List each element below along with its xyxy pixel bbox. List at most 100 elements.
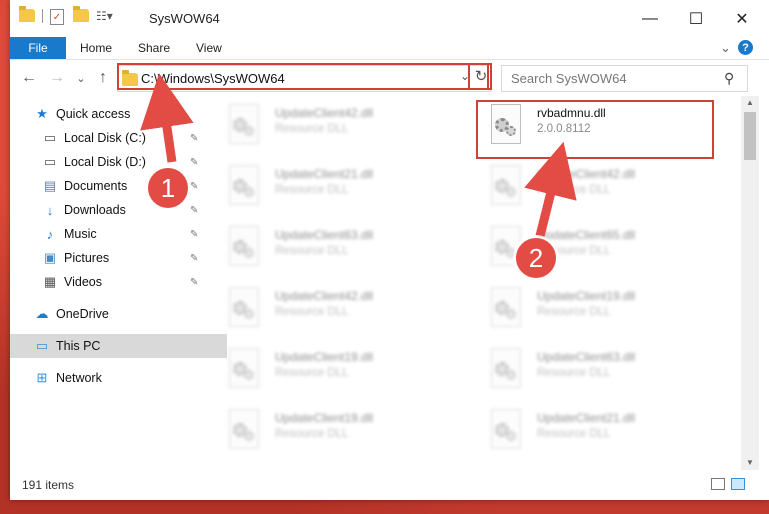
file-name: UpdateClient19.dll: [275, 411, 374, 425]
sidebar-item-downloads[interactable]: ↓ Downloads ✎: [10, 198, 235, 222]
scroll-down-icon[interactable]: ▼: [746, 458, 754, 467]
step-2-badge: 2: [516, 238, 556, 278]
search-input[interactable]: Search SysWOW64 ⚲: [501, 65, 748, 92]
list-item[interactable]: UpdateClient21.dll Resource DLL: [473, 403, 703, 455]
music-icon: ♪: [46, 226, 54, 242]
dll-file-icon: [491, 348, 523, 388]
pictures-icon: ▣: [43, 250, 57, 265]
step-1-badge: 1: [148, 168, 188, 208]
pin-icon[interactable]: ✎: [190, 181, 198, 192]
list-item[interactable]: UpdateClient19.dll Resource DLL: [211, 342, 441, 394]
window-title: SysWOW64: [149, 11, 220, 26]
pin-icon[interactable]: ✎: [190, 229, 198, 240]
back-button[interactable]: ←: [18, 68, 40, 88]
list-item[interactable]: UpdateClient63.dll Resource DLL: [473, 342, 703, 394]
tab-view[interactable]: View: [196, 37, 222, 59]
properties-icon[interactable]: ✓: [50, 9, 64, 25]
tab-share[interactable]: Share: [138, 37, 170, 59]
navigation-bar: ← → ⌄ ↑ C:\Windows\SysWOW64 ⌄ ↻ Search S…: [10, 60, 769, 96]
ribbon-collapse-icon[interactable]: ⌄: [720, 37, 731, 59]
maximize-button[interactable]: ☐: [673, 0, 719, 37]
pin-icon[interactable]: ✎: [190, 205, 198, 216]
tiles-view-icon[interactable]: [731, 478, 745, 490]
dll-file-icon: [491, 165, 523, 205]
list-item[interactable]: UpdateClient42.dll Resource DLL: [473, 159, 703, 211]
scroll-up-icon[interactable]: ▲: [746, 98, 754, 107]
new-folder-icon[interactable]: [73, 6, 89, 22]
dll-file-icon: [491, 409, 523, 449]
file-name: UpdateClient42.dll: [275, 289, 374, 303]
minimize-button[interactable]: —: [627, 0, 673, 37]
file-name: UpdateClient63.dll: [537, 350, 636, 364]
pin-icon[interactable]: ✎: [190, 157, 198, 168]
list-item[interactable]: UpdateClient42.dll Resource DLL: [211, 98, 441, 150]
sidebar-item-this-pc[interactable]: ▭ This PC: [10, 334, 227, 358]
sidebar-item-quick-access[interactable]: ★ Quick access: [10, 102, 227, 126]
list-item[interactable]: UpdateClient65.dll Resource DLL: [473, 220, 703, 272]
status-bar: 191 items: [10, 472, 769, 498]
file-name: UpdateClient19.dll: [275, 350, 374, 364]
sidebar-item-local-disk-d[interactable]: ▭ Local Disk (D:) ✎: [10, 150, 235, 174]
list-item[interactable]: UpdateClient63.dll Resource DLL: [211, 220, 441, 272]
file-description: Resource DLL: [275, 428, 349, 440]
sidebar-item-local-disk-c[interactable]: ▭ Local Disk (C:) ✎: [10, 126, 235, 150]
file-name: UpdateClient42.dll: [275, 106, 374, 120]
cloud-icon: ☁: [35, 306, 49, 321]
dll-file-icon: [229, 287, 261, 327]
forward-button[interactable]: →: [46, 68, 68, 88]
recent-locations-button[interactable]: ⌄: [70, 68, 92, 88]
dll-file-icon: [229, 104, 261, 144]
pin-icon[interactable]: ✎: [190, 133, 198, 144]
view-toggle: [711, 478, 745, 490]
tab-home[interactable]: Home: [80, 37, 112, 59]
help-icon[interactable]: ?: [738, 40, 753, 55]
list-item[interactable]: UpdateClient42.dll Resource DLL: [211, 281, 441, 333]
scroll-thumb[interactable]: [744, 112, 756, 160]
sidebar-item-onedrive[interactable]: ☁ OneDrive: [10, 302, 227, 326]
dll-file-icon: [491, 287, 523, 327]
sidebar-item-label: Documents: [64, 179, 128, 193]
sidebar-item-pictures[interactable]: ▣ Pictures ✎: [10, 246, 235, 270]
folder-icon[interactable]: [19, 6, 35, 22]
customize-toolbar-icon[interactable]: ☷▾: [96, 9, 113, 23]
details-view-icon[interactable]: [711, 478, 725, 490]
documents-icon: ▤: [43, 178, 57, 193]
tab-file[interactable]: File: [10, 37, 66, 59]
dll-file-icon: [229, 409, 261, 449]
dll-file-icon: [229, 226, 261, 266]
vertical-scrollbar[interactable]: ▲ ▼: [741, 96, 759, 470]
sidebar-item-label: OneDrive: [56, 307, 109, 321]
dll-file-icon: [229, 348, 261, 388]
dll-file-icon: [229, 165, 261, 205]
sidebar-item-label: Network: [56, 371, 102, 385]
pin-icon[interactable]: ✎: [190, 277, 198, 288]
sidebar-item-label: Downloads: [64, 203, 126, 217]
star-icon: ★: [36, 106, 48, 121]
close-button[interactable]: ✕: [719, 0, 765, 37]
item-count: 191 items: [22, 478, 75, 492]
list-item[interactable]: UpdateClient19.dll Resource DLL: [473, 281, 703, 333]
pin-icon[interactable]: ✎: [190, 253, 198, 264]
file-description: Resource DLL: [537, 367, 611, 379]
sidebar-item-videos[interactable]: ▦ Videos ✎: [10, 270, 235, 294]
drive-icon: ▭: [43, 130, 57, 145]
sidebar-item-label: Music: [64, 227, 97, 241]
sidebar-item-documents[interactable]: ▤ Documents ✎: [10, 174, 235, 198]
separator: [42, 9, 43, 23]
search-icon[interactable]: ⚲: [724, 70, 734, 87]
file-description: Resource DLL: [537, 428, 611, 440]
sidebar-item-label: Local Disk (D:): [64, 155, 146, 169]
ribbon-tabs: File Home Share View ⌄ ?: [10, 37, 769, 60]
sidebar-item-label: Quick access: [56, 107, 131, 121]
list-item[interactable]: UpdateClient19.dll Resource DLL: [211, 403, 441, 455]
file-description: Resource DLL: [537, 306, 611, 318]
computer-icon: ▭: [35, 338, 49, 353]
download-icon: ↓: [46, 202, 54, 218]
sidebar-item-network[interactable]: ⊞ Network: [10, 366, 227, 390]
videos-icon: ▦: [43, 274, 57, 289]
sidebar-item-label: This PC: [56, 339, 101, 353]
list-item[interactable]: UpdateClient21.dll Resource DLL: [211, 159, 441, 211]
sidebar-item-music[interactable]: ♪ Music ✎: [10, 222, 235, 246]
up-button[interactable]: ↑: [92, 68, 114, 88]
file-description: Resource DLL: [275, 306, 349, 318]
